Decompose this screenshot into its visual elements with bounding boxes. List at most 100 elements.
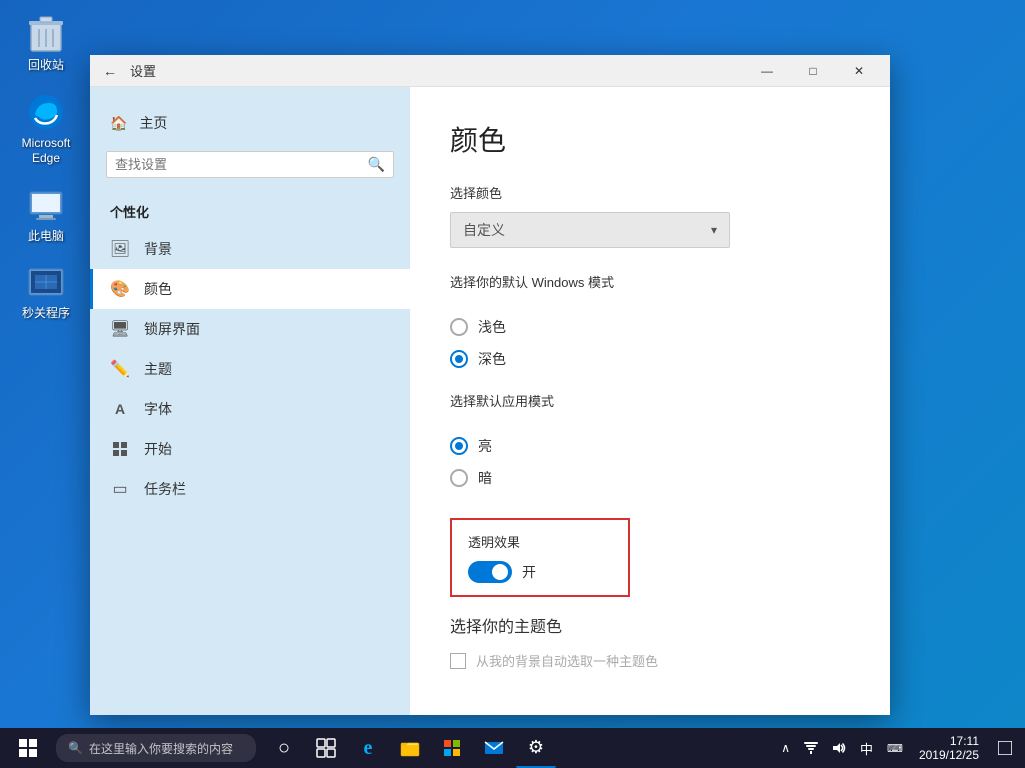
page-title: 颜色 xyxy=(450,119,850,159)
system-tray: ∧ 中 ⌨ 17:11 2019/12/25 xyxy=(775,728,1021,768)
toggle-row: 开 xyxy=(468,561,612,583)
dropdown-value: 自定义 xyxy=(463,220,505,240)
sidebar-item-start[interactable]: 开始 xyxy=(90,429,410,469)
clock[interactable]: 17:11 2019/12/25 xyxy=(911,732,987,764)
taskbar-cortana[interactable]: ○ xyxy=(264,728,304,768)
clock-time: 17:11 xyxy=(950,734,979,748)
search-icon: 🔍 xyxy=(368,156,385,173)
sidebar-item-font[interactable]: A 字体 xyxy=(90,389,410,429)
app-mode-label: 选择默认应用模式 xyxy=(450,391,850,410)
taskbar-explorer[interactable] xyxy=(390,728,430,768)
sidebar-item-color[interactable]: 🎨 颜色 xyxy=(90,269,410,309)
lockscreen-icon: 🖥 xyxy=(110,319,130,339)
start-button[interactable] xyxy=(4,728,52,768)
theme-label: 主题 xyxy=(144,359,172,379)
desktop-icon-computer[interactable]: 此电脑 xyxy=(10,181,82,249)
sidebar-item-taskbar[interactable]: ▭ 任务栏 xyxy=(90,469,410,509)
background-label: 背景 xyxy=(144,239,172,259)
edge-label: Microsoft Edge xyxy=(14,136,78,167)
search-box[interactable]: 🔍 xyxy=(106,151,394,178)
taskbar-label: 任务栏 xyxy=(144,479,186,499)
window-controls: — □ ✕ xyxy=(744,55,882,87)
taskbar-icon: ▭ xyxy=(110,479,130,499)
desktop-icon-edge[interactable]: Microsoft Edge xyxy=(10,88,82,171)
minimize-button[interactable]: — xyxy=(744,55,790,87)
taskbar-mail[interactable] xyxy=(474,728,514,768)
back-button[interactable]: ← xyxy=(98,59,122,83)
taskbar-search[interactable]: 🔍 在这里输入你要搜索的内容 xyxy=(56,734,256,762)
radio-dark-app-label: 暗 xyxy=(478,468,492,488)
search-input[interactable] xyxy=(115,157,368,172)
color-section-label: 选择颜色 xyxy=(450,183,850,202)
sidebar-item-background[interactable]: 🖼 背景 xyxy=(90,229,410,269)
quick-access-icon xyxy=(26,262,66,302)
radio-light[interactable]: 浅色 xyxy=(450,311,850,343)
taskbar-search-text: 在这里输入你要搜索的内容 xyxy=(89,740,233,757)
taskbar: 🔍 在这里输入你要搜索的内容 ○ e xyxy=(0,728,1025,768)
start-label: 开始 xyxy=(144,439,172,459)
radio-light-app-label: 亮 xyxy=(478,436,492,456)
volume-icon[interactable] xyxy=(826,728,852,768)
color-label: 颜色 xyxy=(144,279,172,299)
computer-label: 此电脑 xyxy=(28,229,64,245)
notification-button[interactable] xyxy=(989,728,1021,768)
computer-icon xyxy=(26,185,66,225)
radio-dark-app[interactable]: 暗 xyxy=(450,462,850,494)
toggle-on-label: 开 xyxy=(522,562,536,582)
auto-color-checkbox[interactable] xyxy=(450,653,466,669)
sidebar-home[interactable]: 🏠 主页 xyxy=(90,103,410,143)
radio-light-label: 浅色 xyxy=(478,317,506,337)
radio-dark-circle xyxy=(450,350,468,368)
window-title: 设置 xyxy=(130,61,744,80)
recycle-bin-icon xyxy=(26,14,66,54)
sidebar-item-lockscreen[interactable]: 🖥 锁屏界面 xyxy=(90,309,410,349)
taskbar-items: ○ e xyxy=(264,728,775,768)
sidebar: 🏠 主页 🔍 个性化 🖼 背景 🎨 颜色 🖥 xyxy=(90,87,410,715)
settings-window: ← 设置 — □ ✕ 🏠 主页 🔍 个性化 xyxy=(90,55,890,715)
font-label: 字体 xyxy=(144,399,172,419)
desktop-icons: 回收站 Microsoft Edge 此电脑 xyxy=(10,10,82,326)
windows-mode-group: 浅色 深色 xyxy=(450,311,850,375)
transparency-toggle[interactable] xyxy=(468,561,512,583)
radio-light-circle xyxy=(450,318,468,336)
desktop: 回收站 Microsoft Edge 此电脑 xyxy=(0,0,1025,768)
taskbar-store[interactable] xyxy=(432,728,472,768)
desktop-icon-recycle[interactable]: 回收站 xyxy=(10,10,82,78)
font-icon: A xyxy=(110,399,130,419)
main-content: 颜色 选择颜色 自定义 ▾ 选择你的默认 Windows 模式 浅色 深色 xyxy=(410,87,890,715)
taskbar-edge[interactable]: e xyxy=(348,728,388,768)
window-content: 🏠 主页 🔍 个性化 🖼 背景 🎨 颜色 🖥 xyxy=(90,87,890,715)
system-chevron[interactable]: ∧ xyxy=(775,728,796,768)
color-icon: 🎨 xyxy=(110,279,130,299)
windows-mode-label: 选择你的默认 Windows 模式 xyxy=(450,272,850,291)
theme-icon: ✏️ xyxy=(110,359,130,379)
lockscreen-label: 锁屏界面 xyxy=(144,319,200,339)
sidebar-item-theme[interactable]: ✏️ 主题 xyxy=(90,349,410,389)
language-indicator[interactable]: 中 xyxy=(854,728,879,768)
taskbar-search-icon: 🔍 xyxy=(68,741,83,755)
taskbar-taskview[interactable] xyxy=(306,728,346,768)
network-icon[interactable] xyxy=(798,728,824,768)
close-button[interactable]: ✕ xyxy=(836,55,882,87)
radio-dark[interactable]: 深色 xyxy=(450,343,850,375)
ime-indicator[interactable]: ⌨ xyxy=(881,728,909,768)
radio-dark-app-circle xyxy=(450,469,468,487)
desktop-icon-quick[interactable]: 秒关程序 xyxy=(10,258,82,326)
auto-color-row[interactable]: 从我的背景自动选取一种主题色 xyxy=(450,651,850,670)
radio-light-app[interactable]: 亮 xyxy=(450,430,850,462)
title-bar: ← 设置 — □ ✕ xyxy=(90,55,890,87)
taskbar-settings[interactable]: ⚙ xyxy=(516,728,556,768)
start-menu-icon xyxy=(110,439,130,459)
dropdown-arrow-icon: ▾ xyxy=(711,223,717,237)
auto-color-label: 从我的背景自动选取一种主题色 xyxy=(476,651,658,670)
recycle-bin-label: 回收站 xyxy=(28,58,64,74)
transparency-label: 透明效果 xyxy=(468,532,612,551)
radio-dark-label: 深色 xyxy=(478,349,506,369)
maximize-button[interactable]: □ xyxy=(790,55,836,87)
clock-date: 2019/12/25 xyxy=(919,748,979,762)
radio-light-app-circle xyxy=(450,437,468,455)
color-dropdown[interactable]: 自定义 ▾ xyxy=(450,212,730,248)
background-icon: 🖼 xyxy=(110,239,130,259)
quick-label: 秒关程序 xyxy=(22,306,70,322)
theme-color-title: 选择你的主题色 xyxy=(450,613,850,637)
